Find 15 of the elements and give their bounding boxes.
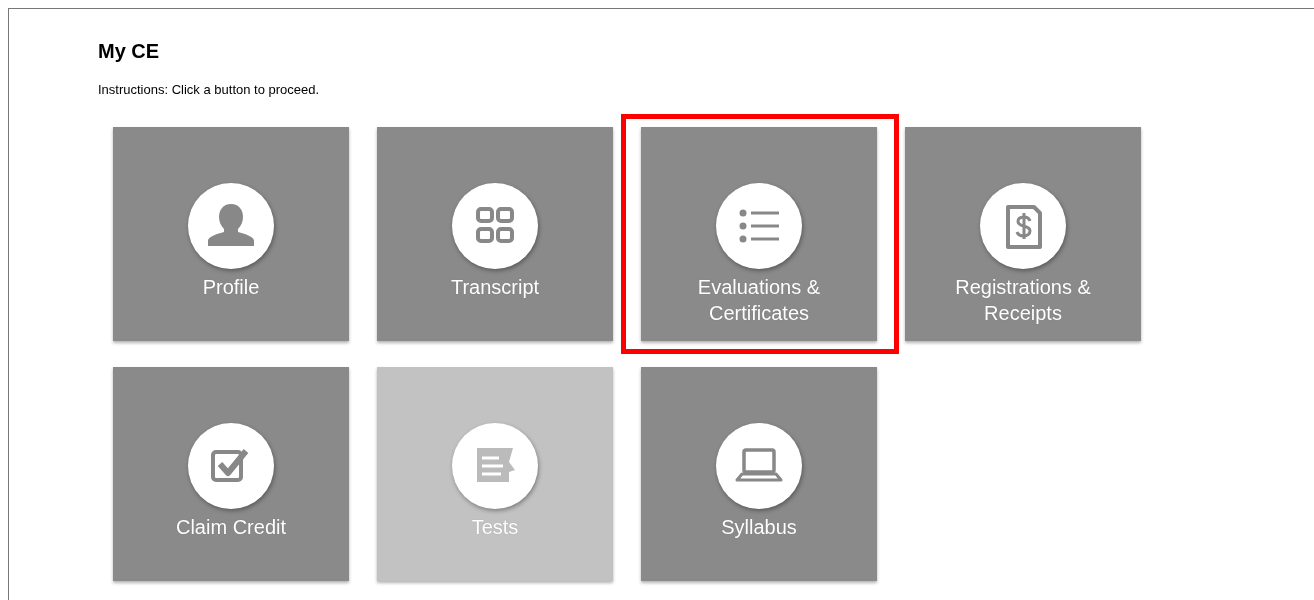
dollar-document-icon [979, 182, 1067, 270]
menu-tile[interactable]: Evaluations & Certificates [641, 127, 877, 341]
person-icon [187, 182, 275, 270]
list-icon [715, 182, 803, 270]
page-title: My CE [98, 39, 160, 64]
grid-icon [451, 182, 539, 270]
checkbox-icon [187, 422, 275, 510]
menu-tile[interactable]: Transcript [377, 127, 613, 341]
menu-tile[interactable]: Claim Credit [113, 367, 349, 581]
menu-tile[interactable]: Syllabus [641, 367, 877, 581]
laptop-icon [715, 422, 803, 510]
document-icon [451, 422, 539, 510]
instructions-text: Instructions: Click a button to proceed. [98, 82, 320, 98]
menu-tile[interactable]: Registrations & Receipts [905, 127, 1141, 341]
menu-tile[interactable]: Profile [113, 127, 349, 341]
